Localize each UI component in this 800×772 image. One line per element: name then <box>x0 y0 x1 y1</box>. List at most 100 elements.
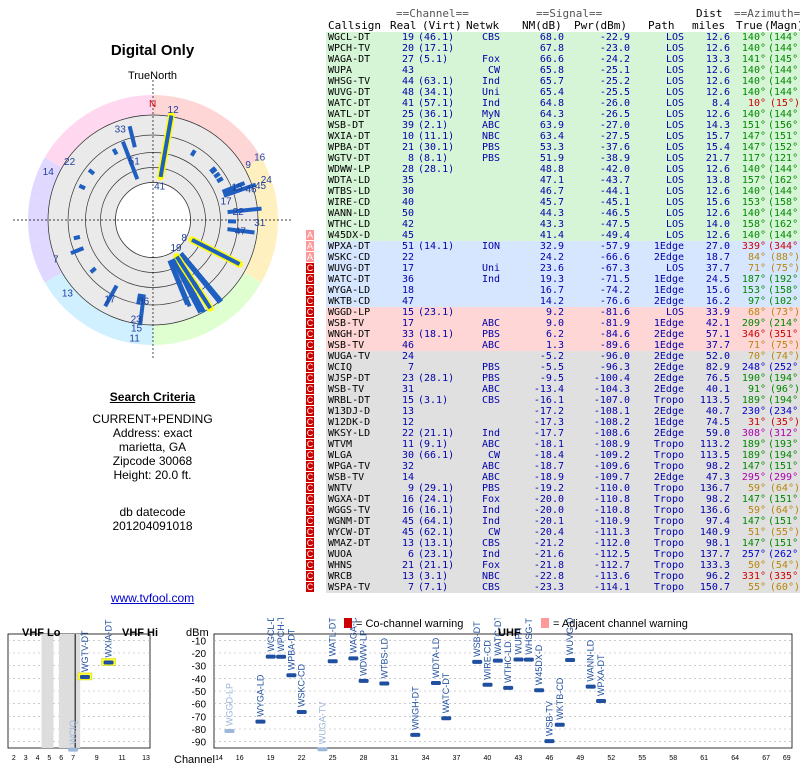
cell-pwr: -43.7 <box>578 175 630 186</box>
cell-virt: (13.1) <box>418 538 454 549</box>
station-label: WKTB-CD <box>555 677 565 719</box>
adjacent-warning-icon: A <box>306 230 314 240</box>
cell-real: 42 <box>398 219 414 230</box>
dbm-tick-label: -80 <box>192 725 207 736</box>
table-row: WSB-DT39(2.1)ABC63.9-27.0LOS14.3151°(156… <box>326 120 800 131</box>
cell-true: 140° <box>736 65 766 76</box>
cell-true: 71° <box>736 263 766 274</box>
cell-real: 46 <box>398 340 414 351</box>
cell-virt: (21.1) <box>418 428 454 439</box>
station-label: WYGA-LD <box>255 674 265 717</box>
cell-cs: WANN-LD <box>328 208 370 219</box>
cell-path: LOS <box>644 197 684 208</box>
tvfool-link[interactable]: www.tvfool.com <box>0 591 305 605</box>
cochannel-warning-icon: C <box>306 340 314 350</box>
cell-magn: (74°) <box>768 351 800 362</box>
cell-virt: (28.1) <box>418 164 454 175</box>
cell-path: 2Edge <box>644 428 684 439</box>
cell-pwr: -110.0 <box>578 483 630 494</box>
cell-magn: (73°) <box>768 307 800 318</box>
cochannel-warning-icon: C <box>306 505 314 515</box>
cell-net: CW <box>466 450 500 461</box>
station-label: WDWW-LP <box>359 630 369 676</box>
cell-magn: (144°) <box>768 109 800 120</box>
search-criteria-heading: Search Criteria <box>0 390 305 404</box>
cell-true: 71° <box>736 340 766 351</box>
cell-cs: WCIQ <box>328 362 352 373</box>
cell-dist: 47.3 <box>688 472 730 483</box>
cochannel-warning-icon: C <box>306 395 314 405</box>
cell-pwr: -81.9 <box>578 318 630 329</box>
cell-magn: (144°) <box>768 76 800 87</box>
cell-path: Tropo <box>644 516 684 527</box>
cell-path: LOS <box>644 54 684 65</box>
cell-net: PBS <box>466 362 500 373</box>
signal-bar <box>565 658 575 662</box>
cell-net: ABC <box>466 461 500 472</box>
cell-net: ION <box>466 241 500 252</box>
cell-dist: 59.0 <box>688 428 730 439</box>
cell-virt: (17.1) <box>418 43 454 54</box>
channel-label: 11 <box>129 333 140 344</box>
cell-magn: (144°) <box>768 43 800 54</box>
channel-label: 16 <box>254 152 266 163</box>
cell-pwr: -27.0 <box>578 120 630 131</box>
cell-path: 1Edge <box>644 285 684 296</box>
channel-tick-label: 19 <box>267 755 275 762</box>
cell-true: 141° <box>736 54 766 65</box>
cell-magn: (262°) <box>768 549 800 560</box>
table-row: WGTV-DT8(8.1)PBS51.9-38.9LOS21.7117°(121… <box>326 153 800 164</box>
vhf-hi-label: VHF Hi <box>122 627 158 639</box>
header-miles: miles <box>692 20 725 32</box>
cell-true: 230° <box>736 406 766 417</box>
signal-bar <box>328 659 338 663</box>
vhf-gray-band <box>42 634 54 748</box>
signal-bar <box>555 723 565 727</box>
cell-path: Tropo <box>644 494 684 505</box>
cell-cs: WDTA-LD <box>328 175 370 186</box>
cell-magn: (151°) <box>768 131 800 142</box>
table-row: WAGA-DT27(5.1)Fox66.6-24.2LOS13.3141°(14… <box>326 54 800 65</box>
cell-nm: 19.3 <box>516 274 564 285</box>
cochannel-warning-icon: C <box>306 461 314 471</box>
cell-net: CW <box>466 65 500 76</box>
cell-true: 331° <box>736 571 766 582</box>
table-row: WTBS-LD3046.7-44.1LOS12.6140°(144°) <box>326 186 800 197</box>
cell-real: 33 <box>398 329 414 340</box>
cell-real: 16 <box>398 505 414 516</box>
signal-bar <box>534 688 544 692</box>
cell-dist: 140.9 <box>688 527 730 538</box>
cell-pwr: -25.2 <box>578 76 630 87</box>
cell-virt: (29.1) <box>418 483 454 494</box>
cell-dist: 15.4 <box>688 142 730 153</box>
cell-true: 59° <box>736 505 766 516</box>
cell-real: 7 <box>398 362 414 373</box>
cell-true: 189° <box>736 450 766 461</box>
channel-tick-label: 13 <box>142 755 150 762</box>
cell-true: 84° <box>736 252 766 263</box>
spectrum-chart: -10-20-30-40-50-60-70-80-902345679111314… <box>0 618 800 768</box>
table-row: WXIA-DT10(11.1)NBC63.4-27.5LOS15.7147°(1… <box>326 131 800 142</box>
cell-dist: 27.0 <box>688 241 730 252</box>
cell-true: 153° <box>736 285 766 296</box>
cell-pwr: -108.1 <box>578 406 630 417</box>
criteria-line: Zipcode 30068 <box>0 454 305 468</box>
cell-true: 187° <box>736 274 766 285</box>
cell-true: 68° <box>736 307 766 318</box>
cochannel-warning-icon: C <box>306 362 314 372</box>
channel-label: 22 <box>64 157 76 168</box>
cell-nm: -16.1 <box>516 395 564 406</box>
cell-magn: (312°) <box>768 428 800 439</box>
cell-magn: (121°) <box>768 153 800 164</box>
cell-true: 157° <box>736 175 766 186</box>
cell-nm: -18.4 <box>516 450 564 461</box>
cell-cs: WPBA-DT <box>328 142 370 153</box>
criteria-line: Address: exact <box>0 426 305 440</box>
table-row: WGGS-TV16(16.1)Ind-20.0-110.8Tropo136.65… <box>326 505 800 516</box>
channel-tick-label: 69 <box>783 755 791 762</box>
cell-virt: (66.1) <box>418 450 454 461</box>
cell-real: 13 <box>398 571 414 582</box>
cell-true: 147° <box>736 538 766 549</box>
cell-magn: (144°) <box>768 32 800 43</box>
station-label: WHSG-TV <box>524 618 534 655</box>
